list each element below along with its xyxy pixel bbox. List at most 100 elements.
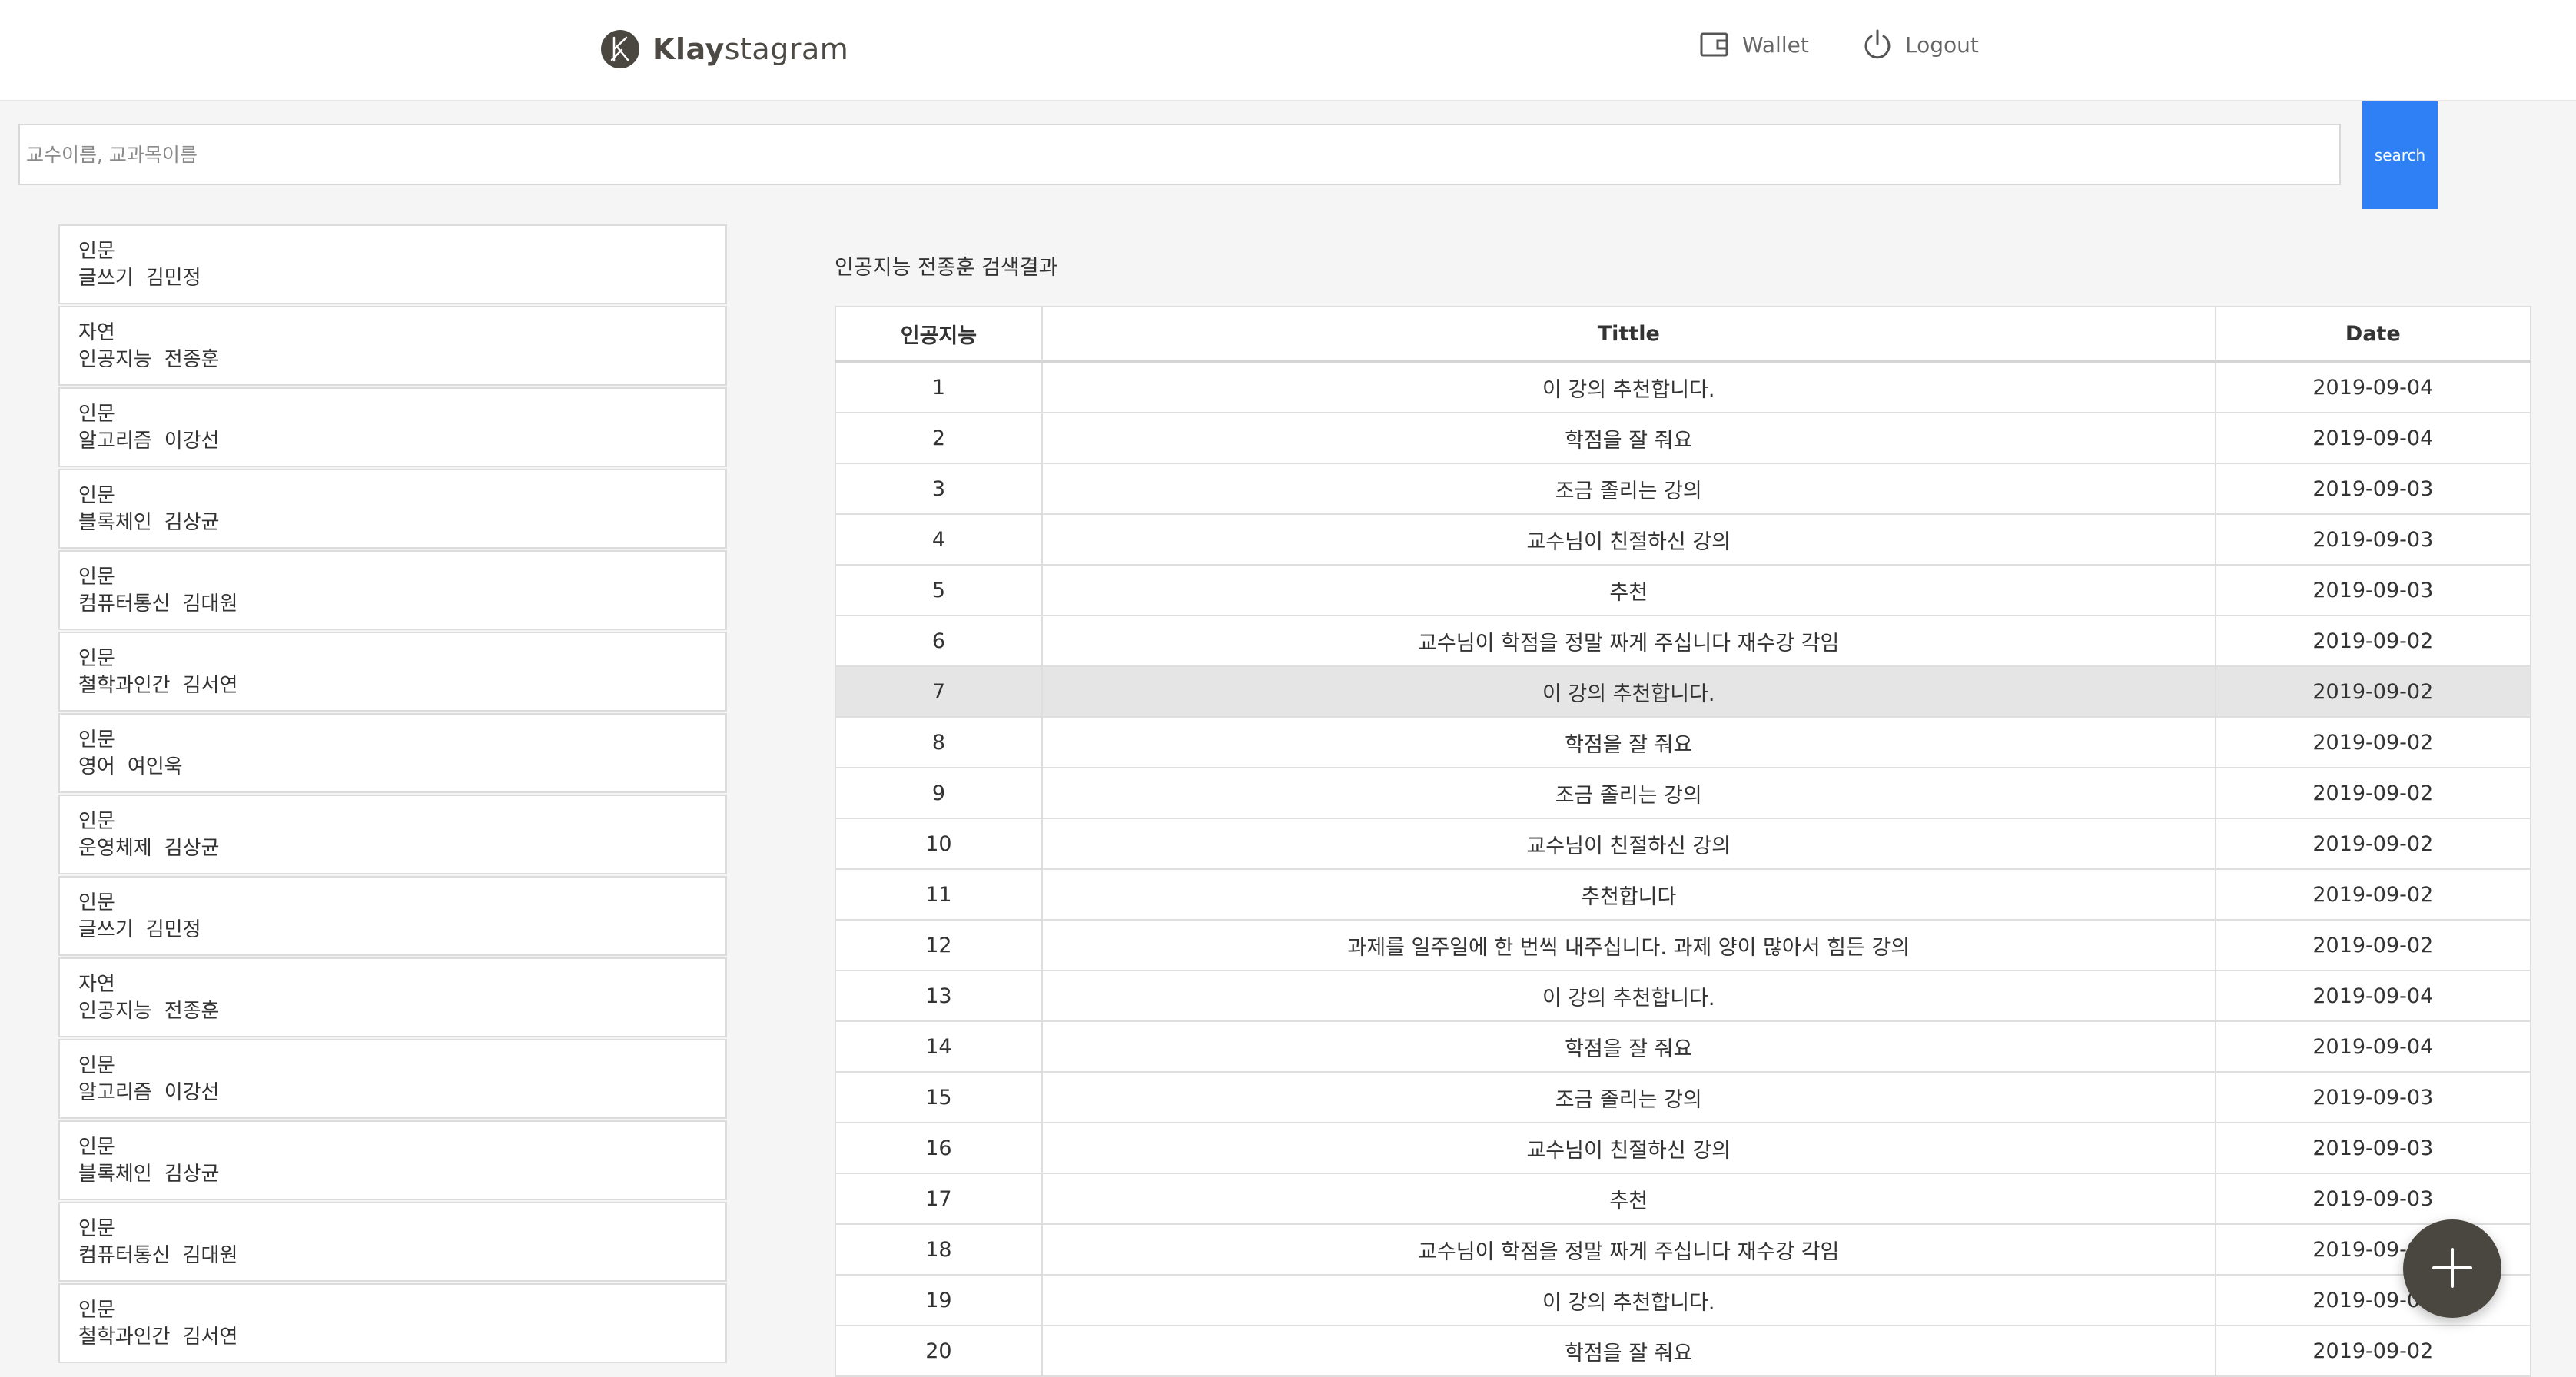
row-date: 2019-09-04 <box>2214 970 2532 1022</box>
course-name: 글쓰기 <box>78 267 134 290</box>
row-title[interactable]: 과제를 일주일에 한 번씩 내주십니다. 과제 양이 많아서 힘든 강의 <box>1041 919 2216 971</box>
course-category: 인문 <box>78 403 115 426</box>
row-title[interactable]: 학점을 잘 줘요 <box>1041 412 2216 464</box>
course-category: 인문 <box>78 728 115 752</box>
row-number: 8 <box>835 716 1043 768</box>
table-row[interactable]: 2 학점을 잘 줘요 2019-09-04 <box>835 412 2532 464</box>
course-name: 운영체제 <box>78 837 152 860</box>
course-card[interactable]: 자연 인공지능 전종훈 <box>58 306 727 386</box>
course-info: 컴퓨터통신 김대원 <box>78 590 725 618</box>
row-title[interactable]: 이 강의 추천합니다. <box>1041 1274 2216 1326</box>
row-title[interactable]: 이 강의 추천합니다. <box>1041 665 2216 718</box>
row-title[interactable]: 조금 졸리는 강의 <box>1041 463 2216 515</box>
row-number: 10 <box>835 818 1043 870</box>
row-title[interactable]: 학점을 잘 줘요 <box>1041 1325 2216 1377</box>
row-date: 2019-09-03 <box>2214 513 2532 566</box>
app-logo[interactable]: Klaystagram <box>600 28 848 71</box>
course-card[interactable]: 인문 알고리즘 이강선 <box>58 1039 727 1119</box>
row-number: 17 <box>835 1173 1043 1225</box>
course-card[interactable]: 인문 글쓰기 김민정 <box>58 224 727 304</box>
row-title[interactable]: 이 강의 추천합니다. <box>1041 970 2216 1022</box>
table-row[interactable]: 6 교수님이 학점을 정말 짜게 주십니다 재수강 각임 2019-09-02 <box>835 615 2532 667</box>
row-title[interactable]: 학점을 잘 줘요 <box>1041 1020 2216 1073</box>
course-card[interactable]: 인문 컴퓨터통신 김대원 <box>58 1202 727 1282</box>
row-title[interactable]: 추천 <box>1041 564 2216 616</box>
row-title[interactable]: 이 강의 추천합니다. <box>1041 360 2216 413</box>
wallet-nav-button[interactable]: Wallet <box>1698 26 1809 63</box>
wallet-icon <box>1700 32 1728 57</box>
course-category: 인문 <box>78 1299 115 1322</box>
course-info: 글쓰기 김민정 <box>78 916 725 944</box>
course-category: 인문 <box>78 1054 115 1077</box>
table-row[interactable]: 5 추천 2019-09-03 <box>835 564 2532 616</box>
course-card[interactable]: 인문 블록체인 김상균 <box>58 469 727 549</box>
table-row[interactable]: 1이 강의 추천합니다. 2019-09-04 <box>835 360 2532 413</box>
table-row[interactable]: 17 추천 2019-09-03 <box>835 1173 2532 1225</box>
table-row[interactable]: 4 교수님이 친절하신 강의 2019-09-03 <box>835 513 2532 566</box>
course-info: 운영체제 김상균 <box>78 834 725 862</box>
row-date: 2019-09-04 <box>2214 412 2532 464</box>
table-row[interactable]: 16 교수님이 친절하신 강의 2019-09-03 <box>835 1122 2532 1174</box>
row-number: 3 <box>835 463 1043 515</box>
table-row[interactable]: 15 조금 졸리는 강의 2019-09-03 <box>835 1071 2532 1123</box>
table-row[interactable]: 8 학점을 잘 줘요 2019-09-02 <box>835 716 2532 768</box>
wallet-label: Wallet <box>1742 32 1809 58</box>
row-date: 2019-09-03 <box>2214 564 2532 616</box>
row-title[interactable]: 학점을 잘 줘요 <box>1041 716 2216 768</box>
table-row[interactable]: 7이 강의 추천합니다. 2019-09-02 <box>835 665 2532 718</box>
table-row[interactable]: 3 조금 졸리는 강의 2019-09-03 <box>835 463 2532 515</box>
course-category: 인문 <box>78 1136 115 1159</box>
table-row[interactable]: 10 교수님이 친절하신 강의 2019-09-02 <box>835 818 2532 870</box>
course-name: 철학과인간 <box>78 674 171 697</box>
row-title[interactable]: 조금 졸리는 강의 <box>1041 1071 2216 1123</box>
power-icon <box>1864 29 1891 59</box>
logout-nav-button[interactable]: Logout <box>1861 26 1979 63</box>
row-title[interactable]: 추천합니다 <box>1041 868 2216 921</box>
professor-name: 김대원 <box>182 1244 238 1267</box>
table-row[interactable]: 18 교수님이 학점을 정말 짜게 주십니다 재수강 각임 2019-09-02 <box>835 1223 2532 1276</box>
course-card[interactable]: 인문 철학과인간 김서연 <box>58 632 727 712</box>
row-title[interactable]: 교수님이 학점을 정말 짜게 주십니다 재수강 각임 <box>1041 615 2216 667</box>
table-row[interactable]: 19 이 강의 추천합니다. 2019-09-02 <box>835 1274 2532 1326</box>
column-header-number: 인공지능 <box>835 306 1043 363</box>
row-date: 2019-09-02 <box>2214 716 2532 768</box>
course-card[interactable]: 자연 인공지능 전종훈 <box>58 957 727 1037</box>
row-title[interactable]: 추천 <box>1041 1173 2216 1225</box>
course-card[interactable]: 인문 운영체제 김상균 <box>58 795 727 874</box>
search-input[interactable] <box>18 124 2341 185</box>
row-number: 15 <box>835 1071 1043 1123</box>
course-info: 글쓰기 김민정 <box>78 264 725 292</box>
course-card[interactable]: 인문 영어 여인욱 <box>58 713 727 793</box>
add-review-button[interactable] <box>2403 1219 2501 1318</box>
row-number: 11 <box>835 868 1043 921</box>
row-number: 14 <box>835 1020 1043 1073</box>
search-result-title: 인공지능 전종훈 검색결과 <box>835 256 1058 280</box>
table-row[interactable]: 14 학점을 잘 줘요 2019-09-04 <box>835 1020 2532 1073</box>
row-title[interactable]: 교수님이 학점을 정말 짜게 주십니다 재수강 각임 <box>1041 1223 2216 1276</box>
row-date: 2019-09-02 <box>2214 919 2532 971</box>
search-button[interactable]: search <box>2362 101 2438 209</box>
table-row[interactable]: 9 조금 졸리는 강의 2019-09-02 <box>835 767 2532 819</box>
table-row[interactable]: 11 추천합니다 2019-09-02 <box>835 868 2532 921</box>
course-card[interactable]: 인문 글쓰기 김민정 <box>58 876 727 956</box>
row-date: 2019-09-04 <box>2214 360 2532 413</box>
course-card[interactable]: 인문 알고리즘 이강선 <box>58 387 727 467</box>
professor-name: 김상균 <box>164 837 220 860</box>
course-card[interactable]: 인문 컴퓨터통신 김대원 <box>58 550 727 630</box>
course-card[interactable]: 인문 철학과인간 김서연 <box>58 1283 727 1363</box>
course-name: 인공지능 <box>78 348 152 371</box>
table-row[interactable]: 12 과제를 일주일에 한 번씩 내주십니다. 과제 양이 많아서 힘든 강의 20… <box>835 919 2532 971</box>
row-date: 2019-09-03 <box>2214 463 2532 515</box>
professor-name: 이강선 <box>164 430 220 453</box>
row-title[interactable]: 교수님이 친절하신 강의 <box>1041 1122 2216 1174</box>
row-number: 18 <box>835 1223 1043 1276</box>
course-info: 인공지능 전종훈 <box>78 997 725 1025</box>
row-date: 2019-09-02 <box>2214 1325 2532 1377</box>
table-row[interactable]: 13 이 강의 추천합니다. 2019-09-04 <box>835 970 2532 1022</box>
table-row[interactable]: 20 학점을 잘 줘요 2019-09-02 <box>835 1325 2532 1377</box>
row-title[interactable]: 조금 졸리는 강의 <box>1041 767 2216 819</box>
course-name: 철학과인간 <box>78 1326 171 1349</box>
row-title[interactable]: 교수님이 친절하신 강의 <box>1041 818 2216 870</box>
row-title[interactable]: 교수님이 친절하신 강의 <box>1041 513 2216 566</box>
course-card[interactable]: 인문 블록체인 김상균 <box>58 1120 727 1200</box>
